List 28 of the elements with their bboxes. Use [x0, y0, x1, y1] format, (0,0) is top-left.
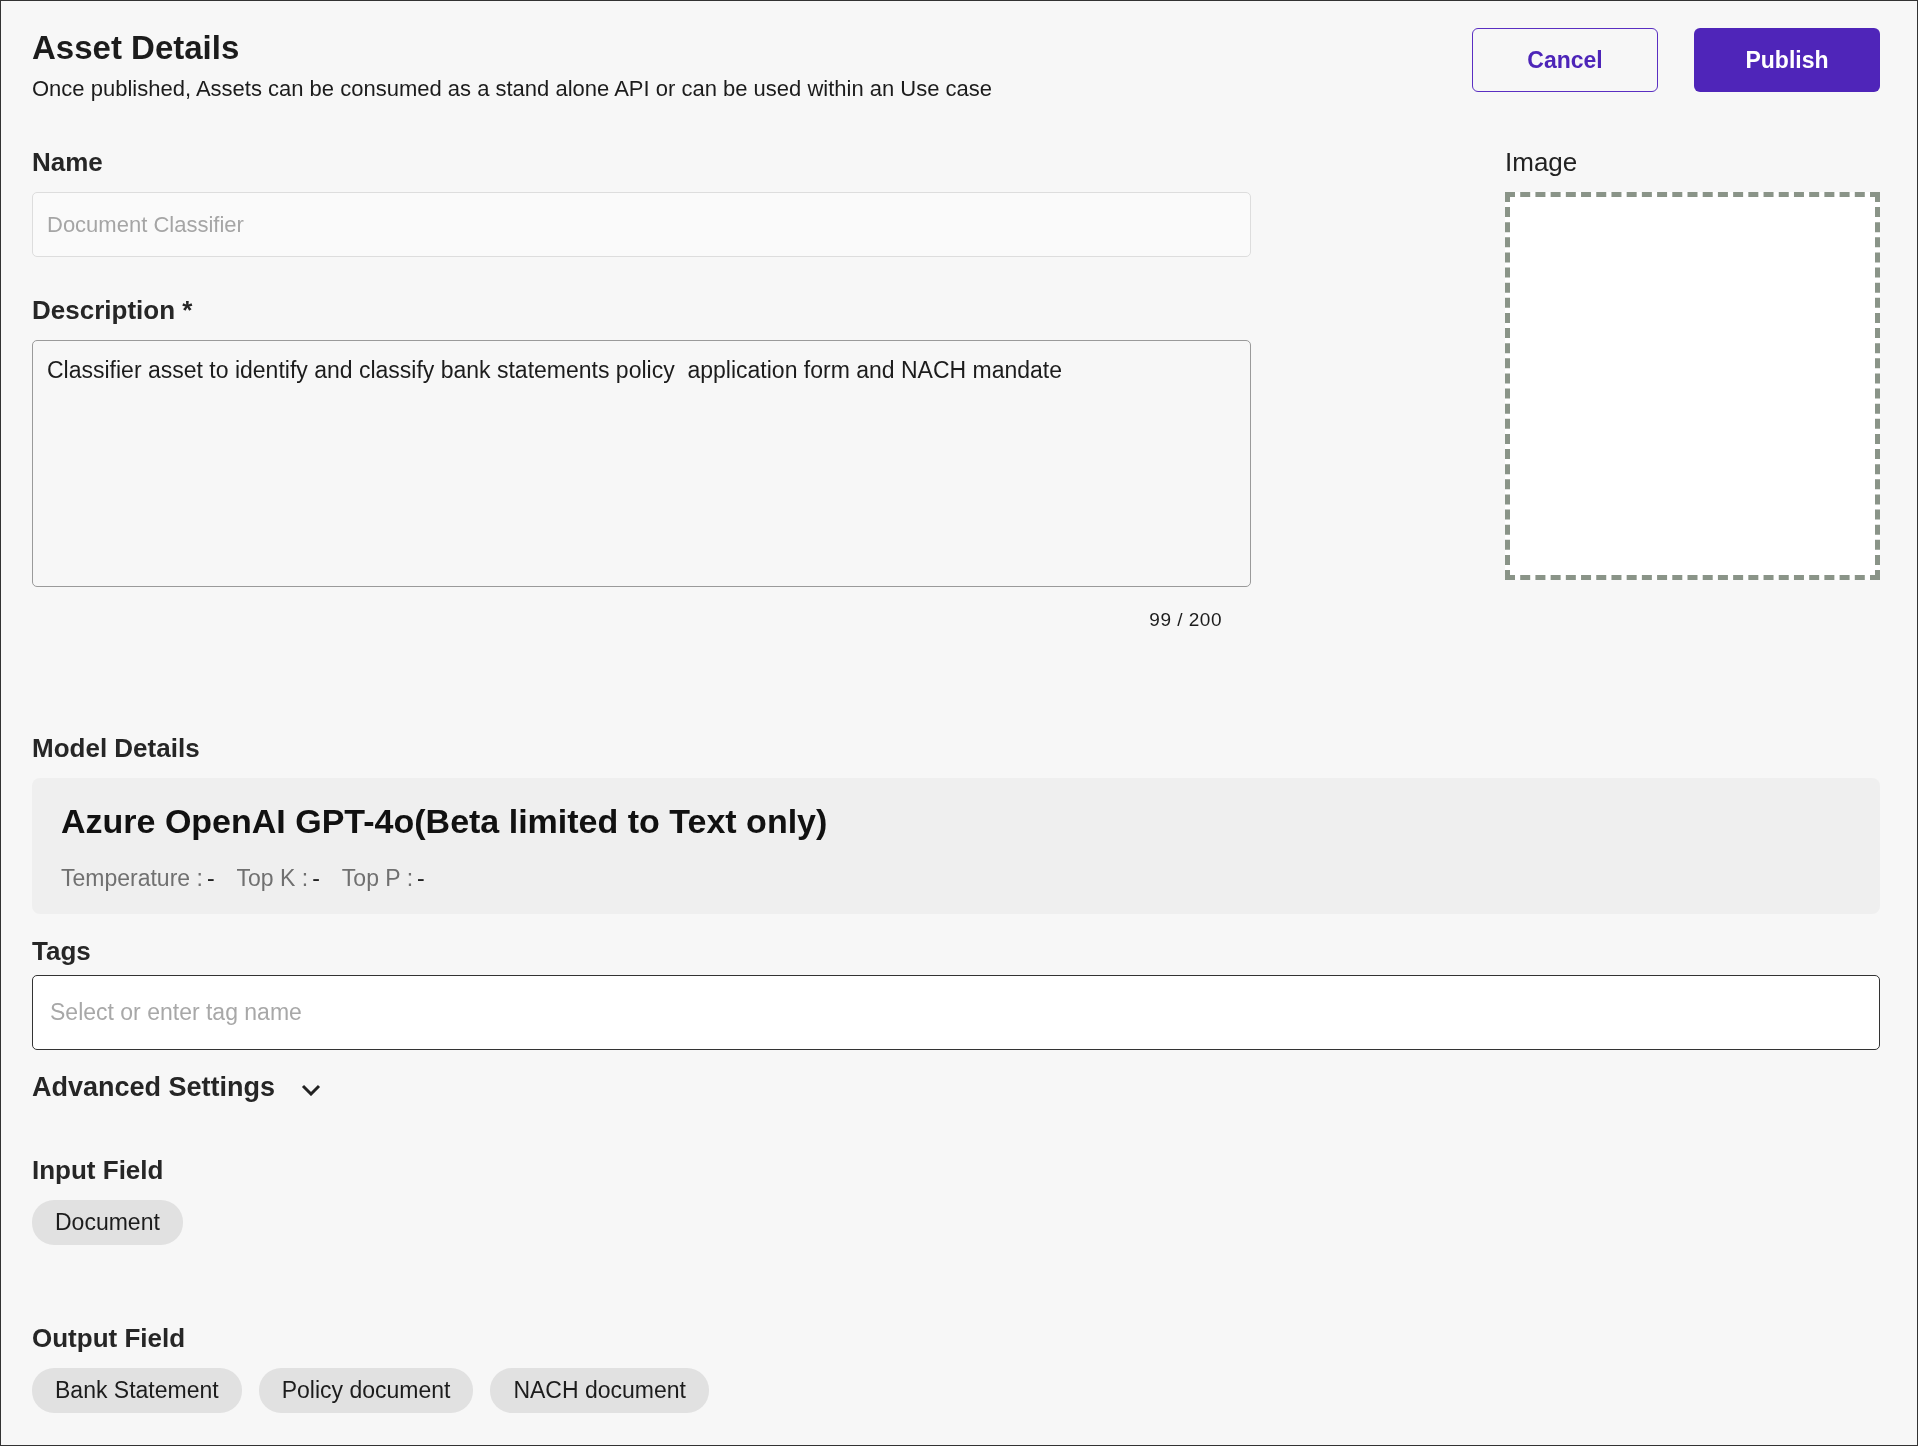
description-field[interactable]: Classifier asset to identify and classify bank statements policy application form and NACH mandate	[32, 340, 1251, 587]
advanced-settings-toggle[interactable]: Advanced Settings	[32, 1072, 324, 1103]
model-name: Azure OpenAI GPT-4o(Beta limited to Text only)	[61, 802, 829, 841]
field-label: Image	[1505, 147, 1579, 178]
field-chip: Document	[32, 1200, 183, 1245]
image-drop-zone[interactable]	[1505, 192, 1880, 580]
param-value: -	[312, 865, 320, 891]
field-chip: Bank Statement	[32, 1368, 242, 1413]
cancel-button[interactable]: Cancel	[1472, 28, 1658, 92]
page-subtitle: Once published, Assets can be consumed as a stand alone API or can be used within an Use case	[32, 75, 994, 103]
section-label: Output Field	[32, 1323, 187, 1354]
field-label: Tags	[32, 936, 92, 967]
field-chip: Policy document	[258, 1368, 474, 1413]
section-label: Input Field	[32, 1155, 165, 1186]
name-field[interactable]: Document Classifier	[32, 192, 1251, 257]
param-label: Top P :	[341, 865, 414, 891]
character-counter: 99 / 200	[1148, 609, 1223, 631]
param-value: -	[417, 865, 425, 891]
page-title: Asset Details	[32, 29, 241, 67]
field-label: Description *	[32, 295, 194, 326]
publish-button[interactable]: Publish	[1694, 28, 1880, 92]
tags-field[interactable]: Select or enter tag name	[32, 975, 1880, 1050]
field-label: Name	[32, 147, 104, 178]
param-value: -	[206, 865, 215, 891]
field-chip: NACH document	[490, 1368, 709, 1413]
section-label: Model Details	[32, 733, 201, 764]
param-label: Temperature :	[61, 865, 203, 891]
param-label: Top K :	[236, 865, 309, 891]
